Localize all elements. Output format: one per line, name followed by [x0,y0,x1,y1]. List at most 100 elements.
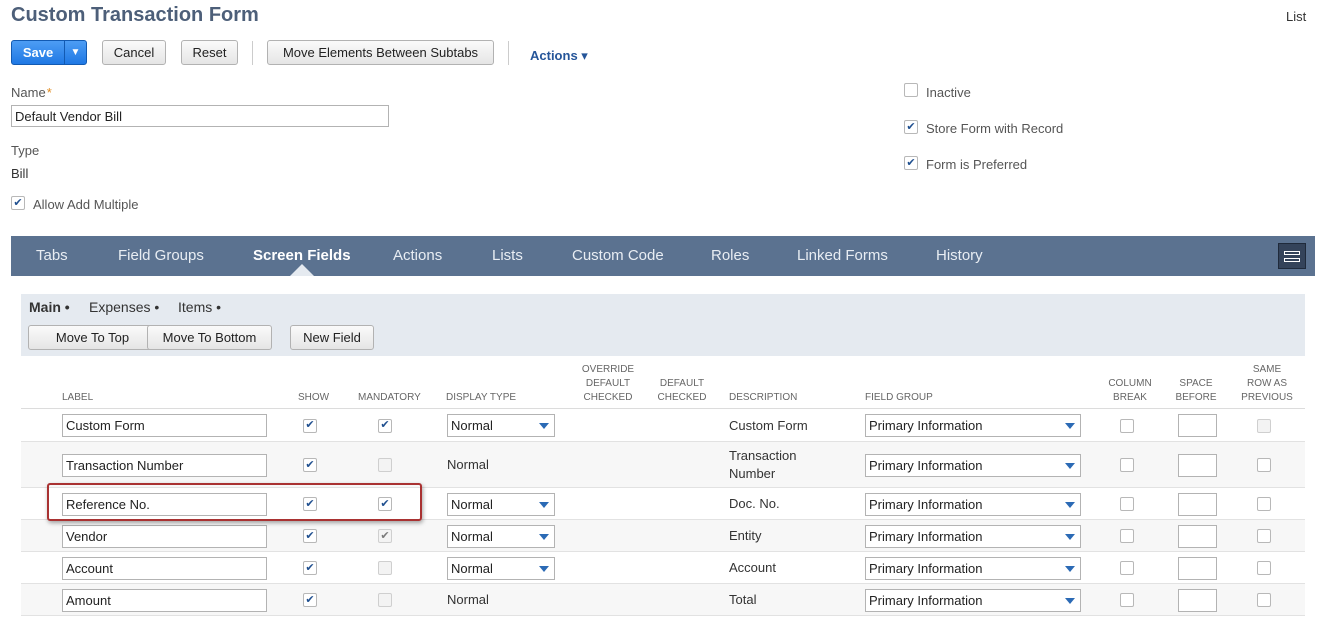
row-label-input[interactable]: Transaction Number [62,453,267,477]
display-type-select[interactable]: Normal [447,556,555,580]
required-mark: * [46,85,52,100]
tab-lists[interactable]: Lists [492,236,523,276]
col-label: Label [62,392,94,403]
field-group-select[interactable]: Primary Information [865,453,1081,477]
column-break-checkbox[interactable] [1120,529,1134,543]
show-checkbox[interactable]: ✔ [303,458,317,472]
subtab-items[interactable]: Items • [178,299,221,315]
show-checkbox[interactable]: ✔ [303,593,317,607]
chevron-down-icon [1065,501,1075,508]
show-checkbox[interactable]: ✔ [303,529,317,543]
name-label: Name* [11,85,52,100]
name-input[interactable]: Default Vendor Bill [11,105,389,127]
description-line1: Transaction [729,448,797,463]
check-icon: ✔ [380,529,390,542]
display-type-select[interactable]: Normal [447,492,555,516]
allow-add-multiple-label: Allow Add Multiple [33,197,139,212]
field-group-select[interactable]: Primary Information [865,556,1081,580]
same-row-checkbox[interactable] [1257,561,1271,575]
move-to-bottom-button[interactable]: Move To Bottom [147,325,272,350]
column-break-checkbox[interactable] [1120,418,1134,433]
row-label-input[interactable]: Vendor [62,524,267,548]
field-group-select[interactable]: Primary Information [865,492,1081,516]
chevron-down-icon [539,501,549,508]
space-before-input[interactable] [1178,492,1217,516]
reset-button[interactable]: Reset [181,40,238,65]
tab-linked-forms[interactable]: Linked Forms [797,236,888,276]
col-show: Show [298,392,330,403]
inactive-checkbox[interactable] [904,83,918,97]
subtab-expenses[interactable]: Expenses • [89,299,159,315]
column-break-checkbox[interactable] [1120,561,1134,575]
layout-icon[interactable] [1278,243,1306,269]
space-before-input[interactable] [1178,453,1217,477]
field-group-value: Primary Information [869,528,983,544]
display-type-value: Normal [451,418,493,433]
row-label-input[interactable]: Custom Form [62,414,267,437]
store-form-with-record-label: Store Form with Record [926,121,1064,136]
tab-history[interactable]: History [936,236,983,276]
list-link[interactable]: List [1286,9,1306,24]
col-mandatory: Mandatory [358,392,421,403]
actions-menu[interactable]: Actions ▾ [530,48,588,64]
chevron-down-icon [539,533,549,540]
move-to-top-button[interactable]: Move To Top [28,325,157,350]
row-label-input[interactable]: Account [62,556,267,580]
field-group-value: Primary Information [869,496,983,512]
subtab-main[interactable]: Main • [29,299,70,315]
field-group-select[interactable]: Primary Information [865,588,1081,612]
tab-tabs[interactable]: Tabs [36,236,68,276]
field-group-select[interactable]: Primary Information [865,524,1081,548]
field-group-select[interactable]: Primary Information [865,414,1081,437]
same-row-checkbox[interactable] [1257,497,1271,511]
form-is-preferred-checkbox[interactable]: ✔ [904,156,918,170]
page-title: Custom Transaction Form [11,4,259,26]
description-text: Transaction Number [729,447,796,483]
col-default-checked-line1: Default [659,378,705,389]
tab-field-groups[interactable]: Field Groups [118,236,204,276]
col-space-before-line2: Before [1175,392,1217,403]
field-group-value: Primary Information [869,560,983,576]
display-type-select[interactable]: Normal [447,414,555,437]
show-checkbox[interactable]: ✔ [303,418,317,433]
field-group-value: Primary Information [869,457,983,473]
same-row-checkbox[interactable] [1257,458,1271,472]
space-before-input[interactable] [1178,556,1217,580]
mandatory-checkbox: ✔ [378,529,392,543]
space-before-input[interactable] [1178,524,1217,548]
save-dropdown-icon[interactable]: ▼ [65,41,86,64]
allow-add-multiple-checkbox[interactable]: ✔ [11,196,25,210]
description-text: Account [729,560,776,575]
form-is-preferred-label: Form is Preferred [926,157,1028,172]
column-break-checkbox[interactable] [1120,593,1134,607]
same-row-checkbox[interactable] [1257,529,1271,543]
check-icon: ✔ [380,419,390,431]
space-before-input[interactable] [1178,414,1217,437]
new-field-button[interactable]: New Field [290,325,374,350]
tab-actions[interactable]: Actions [393,236,442,276]
mandatory-checkbox[interactable]: ✔ [378,418,392,433]
save-button[interactable]: Save ▼ [11,40,87,65]
check-icon: ✔ [305,529,315,542]
display-type-select[interactable]: Normal [447,524,555,548]
col-override-line2: Default [585,378,631,389]
show-checkbox[interactable]: ✔ [303,561,317,575]
chevron-down-icon [1065,565,1075,572]
column-break-checkbox[interactable] [1120,458,1134,472]
name-label-text: Name [11,85,46,100]
col-column-break-line2: Break [1113,392,1147,403]
row-label-input[interactable]: Amount [62,588,267,612]
tab-custom-code[interactable]: Custom Code [572,236,664,276]
cancel-button[interactable]: Cancel [102,40,166,65]
save-button-label[interactable]: Save [12,41,64,64]
chevron-down-icon [539,423,549,429]
col-override-line1: Override [581,364,635,375]
column-break-checkbox[interactable] [1120,497,1134,511]
store-form-with-record-checkbox[interactable]: ✔ [904,120,918,134]
description-text: Custom Form [729,417,808,433]
space-before-input[interactable] [1178,588,1217,612]
chevron-down-icon [1065,462,1075,469]
same-row-checkbox[interactable] [1257,593,1271,607]
tab-roles[interactable]: Roles [711,236,749,276]
move-elements-button[interactable]: Move Elements Between Subtabs [267,40,494,65]
